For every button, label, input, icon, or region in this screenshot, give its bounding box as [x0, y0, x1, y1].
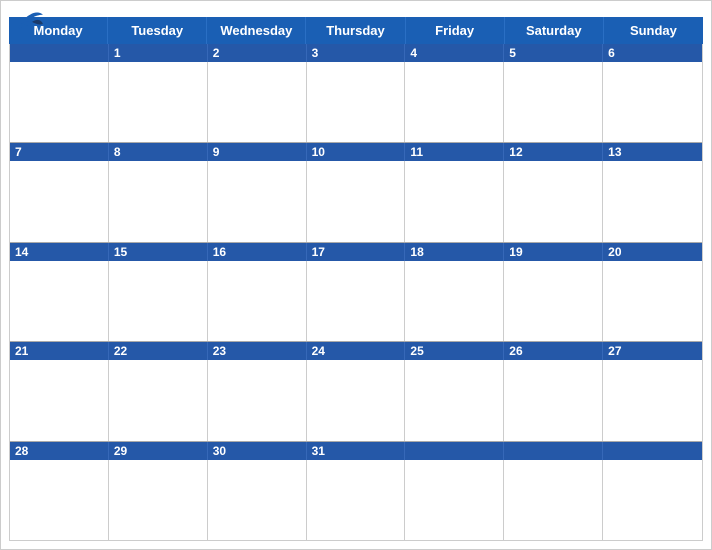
- calendar-page: Monday Tuesday Wednesday Thursday Friday…: [0, 0, 712, 550]
- day-number-9: 9: [208, 143, 307, 161]
- week-4: 21222324252627: [10, 342, 702, 441]
- day-number-22: 22: [109, 342, 208, 360]
- week-2: 78910111213: [10, 143, 702, 242]
- calendar-body: Monday Tuesday Wednesday Thursday Friday…: [1, 17, 711, 549]
- day-number-13: 13: [603, 143, 702, 161]
- week-2-day-4-cell: [307, 161, 406, 241]
- week-1-day-1-cell: [10, 62, 109, 142]
- day-number-2: 2: [208, 44, 307, 62]
- week-4-day-3-cell: [208, 360, 307, 440]
- day-number-20: 20: [603, 243, 702, 261]
- week-2-day-2-cell: [109, 161, 208, 241]
- day-number-31: 31: [307, 442, 406, 460]
- week-1-day-7-cell: [603, 62, 702, 142]
- day-number-26: 26: [504, 342, 603, 360]
- week-5-day-5-cell: [405, 460, 504, 540]
- day-number-23: 23: [208, 342, 307, 360]
- day-number-empty: [603, 442, 702, 460]
- day-number-empty: [10, 44, 109, 62]
- day-header-saturday: Saturday: [505, 17, 604, 44]
- week-3: 14151617181920: [10, 243, 702, 342]
- week-2-day-6-cell: [504, 161, 603, 241]
- week-2-day-7-cell: [603, 161, 702, 241]
- logo: [17, 11, 50, 31]
- week-5-body: [10, 460, 702, 540]
- logo-bird-icon: [17, 11, 47, 31]
- day-number-empty: [504, 442, 603, 460]
- week-5-num-bar: 28293031: [10, 442, 702, 460]
- day-number-4: 4: [405, 44, 504, 62]
- day-number-10: 10: [307, 143, 406, 161]
- day-number-24: 24: [307, 342, 406, 360]
- day-header-wednesday: Wednesday: [207, 17, 306, 44]
- day-header-thursday: Thursday: [306, 17, 405, 44]
- week-4-day-4-cell: [307, 360, 406, 440]
- week-4-num-bar: 21222324252627: [10, 342, 702, 360]
- day-number-14: 14: [10, 243, 109, 261]
- week-3-day-6-cell: [504, 261, 603, 341]
- week-1: 123456: [10, 44, 702, 143]
- day-number-6: 6: [603, 44, 702, 62]
- week-1-day-2-cell: [109, 62, 208, 142]
- week-1-day-4-cell: [307, 62, 406, 142]
- day-number-12: 12: [504, 143, 603, 161]
- week-5-day-2-cell: [109, 460, 208, 540]
- week-5-day-1-cell: [10, 460, 109, 540]
- day-number-21: 21: [10, 342, 109, 360]
- week-3-day-2-cell: [109, 261, 208, 341]
- week-3-day-7-cell: [603, 261, 702, 341]
- week-2-day-1-cell: [10, 161, 109, 241]
- day-number-29: 29: [109, 442, 208, 460]
- day-number-19: 19: [504, 243, 603, 261]
- week-5-day-4-cell: [307, 460, 406, 540]
- day-number-15: 15: [109, 243, 208, 261]
- day-number-17: 17: [307, 243, 406, 261]
- weeks-grid: 1234567891011121314151617181920212223242…: [9, 44, 703, 541]
- week-2-num-bar: 78910111213: [10, 143, 702, 161]
- week-1-day-6-cell: [504, 62, 603, 142]
- day-header-friday: Friday: [406, 17, 505, 44]
- week-3-day-3-cell: [208, 261, 307, 341]
- week-3-day-1-cell: [10, 261, 109, 341]
- day-number-28: 28: [10, 442, 109, 460]
- day-number-5: 5: [504, 44, 603, 62]
- day-number-empty: [405, 442, 504, 460]
- day-number-27: 27: [603, 342, 702, 360]
- week-4-day-2-cell: [109, 360, 208, 440]
- week-4-day-5-cell: [405, 360, 504, 440]
- week-1-day-3-cell: [208, 62, 307, 142]
- week-5-day-6-cell: [504, 460, 603, 540]
- week-4-day-7-cell: [603, 360, 702, 440]
- day-number-1: 1: [109, 44, 208, 62]
- day-number-7: 7: [10, 143, 109, 161]
- day-number-8: 8: [109, 143, 208, 161]
- day-number-3: 3: [307, 44, 406, 62]
- day-number-25: 25: [405, 342, 504, 360]
- day-number-18: 18: [405, 243, 504, 261]
- day-headers-row: Monday Tuesday Wednesday Thursday Friday…: [9, 17, 703, 44]
- week-4-body: [10, 360, 702, 440]
- week-2-day-3-cell: [208, 161, 307, 241]
- week-2-day-5-cell: [405, 161, 504, 241]
- week-1-num-bar: 123456: [10, 44, 702, 62]
- day-header-tuesday: Tuesday: [108, 17, 207, 44]
- day-number-11: 11: [405, 143, 504, 161]
- week-4-day-6-cell: [504, 360, 603, 440]
- week-4-day-1-cell: [10, 360, 109, 440]
- day-number-30: 30: [208, 442, 307, 460]
- day-number-16: 16: [208, 243, 307, 261]
- week-1-body: [10, 62, 702, 142]
- week-5-day-3-cell: [208, 460, 307, 540]
- week-2-body: [10, 161, 702, 241]
- week-5-day-7-cell: [603, 460, 702, 540]
- week-3-day-4-cell: [307, 261, 406, 341]
- week-5: 28293031: [10, 442, 702, 540]
- week-1-day-5-cell: [405, 62, 504, 142]
- day-header-sunday: Sunday: [604, 17, 703, 44]
- calendar-header: [1, 1, 711, 17]
- week-3-body: [10, 261, 702, 341]
- week-3-num-bar: 14151617181920: [10, 243, 702, 261]
- week-3-day-5-cell: [405, 261, 504, 341]
